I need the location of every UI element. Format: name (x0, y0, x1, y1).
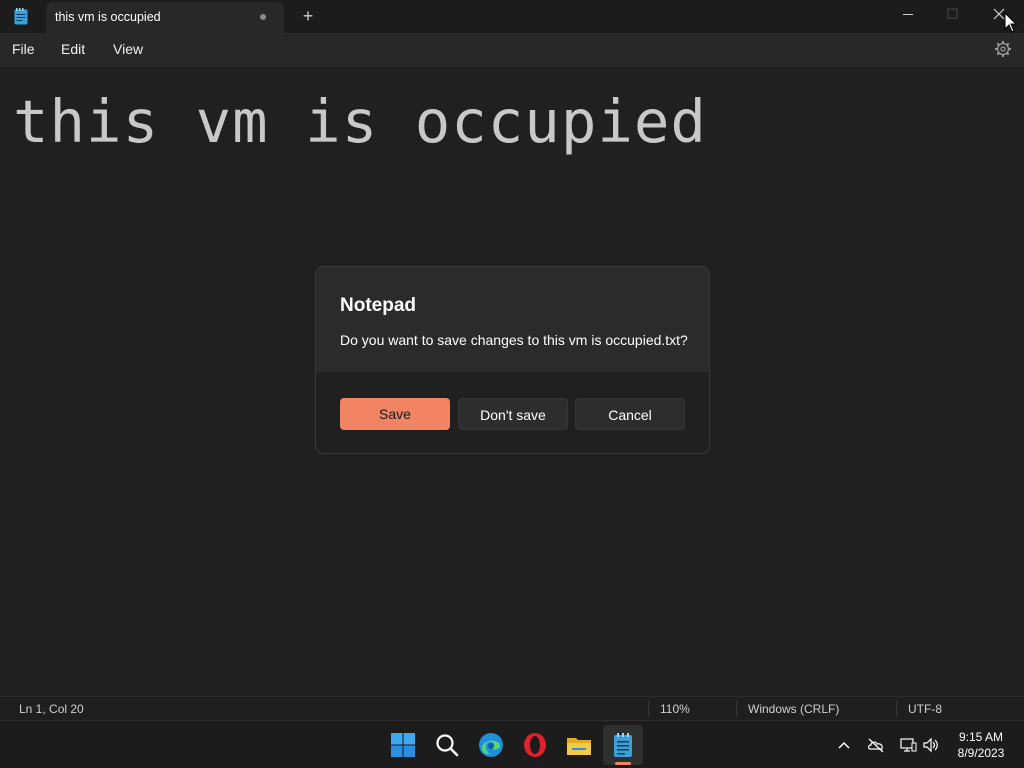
mouse-cursor-icon (1004, 12, 1018, 33)
dont-save-button[interactable]: Don't save (458, 398, 568, 430)
status-divider (896, 701, 897, 717)
menu-file[interactable]: File (12, 41, 35, 57)
title-bar: this vm is occupied + (0, 0, 1024, 33)
zoom-level[interactable]: 110% (660, 702, 690, 716)
new-tab-button[interactable]: + (298, 6, 318, 26)
edge-icon[interactable] (476, 730, 506, 760)
document-tab[interactable]: this vm is occupied (46, 2, 284, 33)
menu-view[interactable]: View (113, 41, 143, 57)
start-icon[interactable] (388, 730, 418, 760)
notepad-icon[interactable] (608, 730, 638, 760)
search-icon[interactable] (432, 730, 462, 760)
taskbar: 9:15 AM 8/9/2023 (0, 720, 1024, 768)
menu-edit[interactable]: Edit (61, 41, 85, 57)
menu-bar: File Edit View (0, 33, 1024, 67)
volume-icon[interactable] (922, 736, 940, 754)
dialog-header: Notepad Do you want to save changes to t… (316, 267, 709, 372)
clock-time: 9:15 AM (958, 730, 1004, 744)
status-divider (648, 701, 649, 717)
chevron-up-icon[interactable] (835, 736, 853, 754)
tab-title: this vm is occupied (55, 10, 161, 24)
line-ending[interactable]: Windows (CRLF) (748, 702, 839, 716)
opera-icon[interactable] (520, 730, 550, 760)
status-divider (736, 701, 737, 717)
unsaved-indicator-icon[interactable] (260, 14, 266, 20)
cursor-position: Ln 1, Col 20 (19, 702, 84, 716)
onedrive-icon[interactable] (867, 736, 885, 754)
dialog-message: Do you want to save changes to this vm i… (340, 332, 688, 348)
clock[interactable]: 9:15 AM 8/9/2023 (950, 729, 1012, 761)
status-bar: Ln 1, Col 20 110% Windows (CRLF) UTF-8 (0, 696, 1024, 720)
notepad-app-icon (14, 8, 28, 25)
save-button[interactable]: Save (340, 398, 450, 430)
running-app-indicator (615, 762, 631, 765)
encoding[interactable]: UTF-8 (908, 702, 942, 716)
save-changes-dialog: Notepad Do you want to save changes to t… (315, 266, 710, 454)
clock-date: 8/9/2023 (957, 746, 1005, 760)
maximize-button[interactable] (930, 0, 976, 32)
settings-gear-icon[interactable] (994, 40, 1012, 58)
file-explorer-icon[interactable] (564, 730, 594, 760)
network-icon[interactable] (899, 736, 917, 754)
dialog-title: Notepad (340, 295, 416, 316)
minimize-button[interactable] (885, 0, 931, 32)
cancel-button[interactable]: Cancel (575, 398, 685, 430)
editor-content[interactable]: this vm is occupied (13, 87, 707, 156)
